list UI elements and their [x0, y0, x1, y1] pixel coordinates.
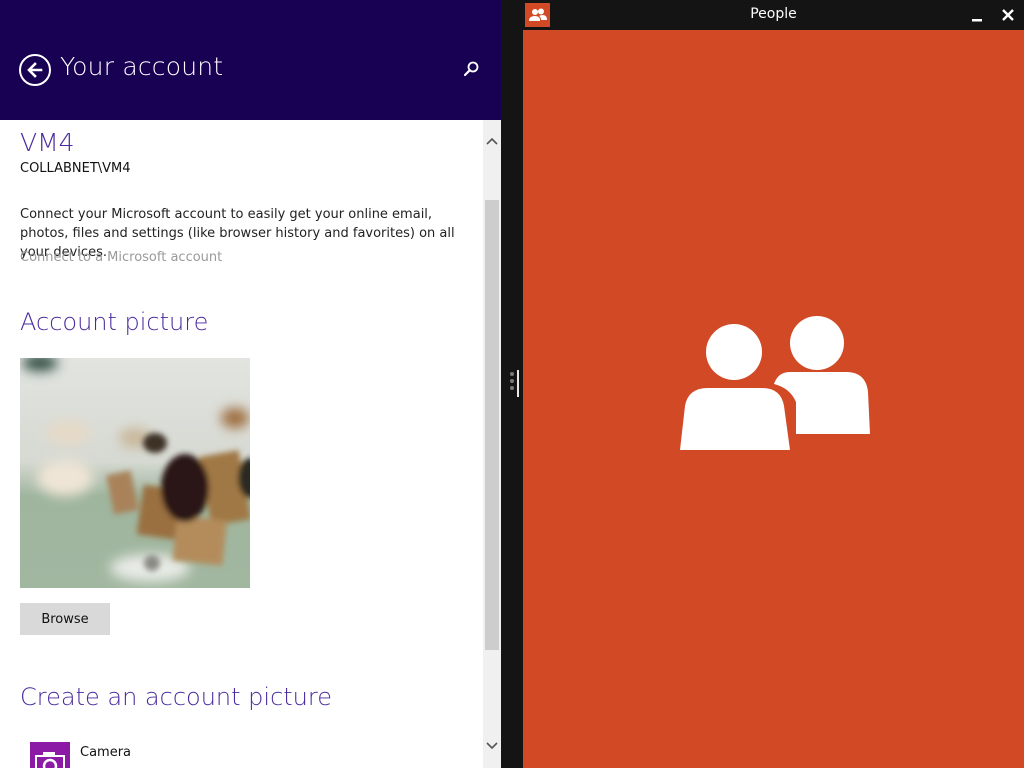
user-domain: COLLABNET\VM4 [20, 161, 131, 176]
split-divider [501, 0, 523, 768]
close-button[interactable] [997, 4, 1019, 26]
scrollbar-thumb[interactable] [485, 200, 499, 650]
user-name: VM4 [20, 128, 75, 157]
scroll-down-button[interactable] [483, 735, 501, 757]
people-app-pane: People [523, 0, 1024, 768]
create-account-picture-heading: Create an account picture [20, 683, 332, 711]
divider-grip-handle[interactable] [508, 368, 522, 400]
settings-pane: Your account VM4 COLLABNET\VM4 Connect y… [0, 0, 501, 768]
page-title: Your account [60, 52, 224, 81]
minimize-button[interactable] [967, 4, 989, 26]
people-splash-icon [674, 312, 878, 457]
close-icon [1002, 9, 1014, 21]
app-titlebar: People [523, 0, 1024, 30]
camera-icon [30, 742, 70, 768]
account-picture [20, 358, 250, 588]
minimize-icon [972, 19, 982, 22]
connect-microsoft-account-link[interactable]: Connect to a Microsoft account [20, 250, 222, 265]
search-icon [463, 61, 479, 77]
camera-label: Camera [80, 745, 132, 760]
scroll-up-button[interactable] [483, 130, 501, 152]
app-title: People [750, 6, 797, 22]
back-arrow-icon [27, 62, 43, 78]
back-button[interactable] [19, 54, 51, 86]
settings-header: Your account [0, 0, 501, 120]
vertical-scrollbar[interactable] [483, 120, 501, 768]
account-picture-image [20, 358, 250, 588]
account-picture-heading: Account picture [20, 308, 209, 336]
create-picture-item-camera[interactable]: Camera [30, 742, 230, 768]
browse-button[interactable]: Browse [20, 603, 110, 635]
chevron-down-icon [486, 742, 498, 750]
search-button[interactable] [460, 58, 482, 80]
chevron-up-icon [486, 137, 498, 145]
